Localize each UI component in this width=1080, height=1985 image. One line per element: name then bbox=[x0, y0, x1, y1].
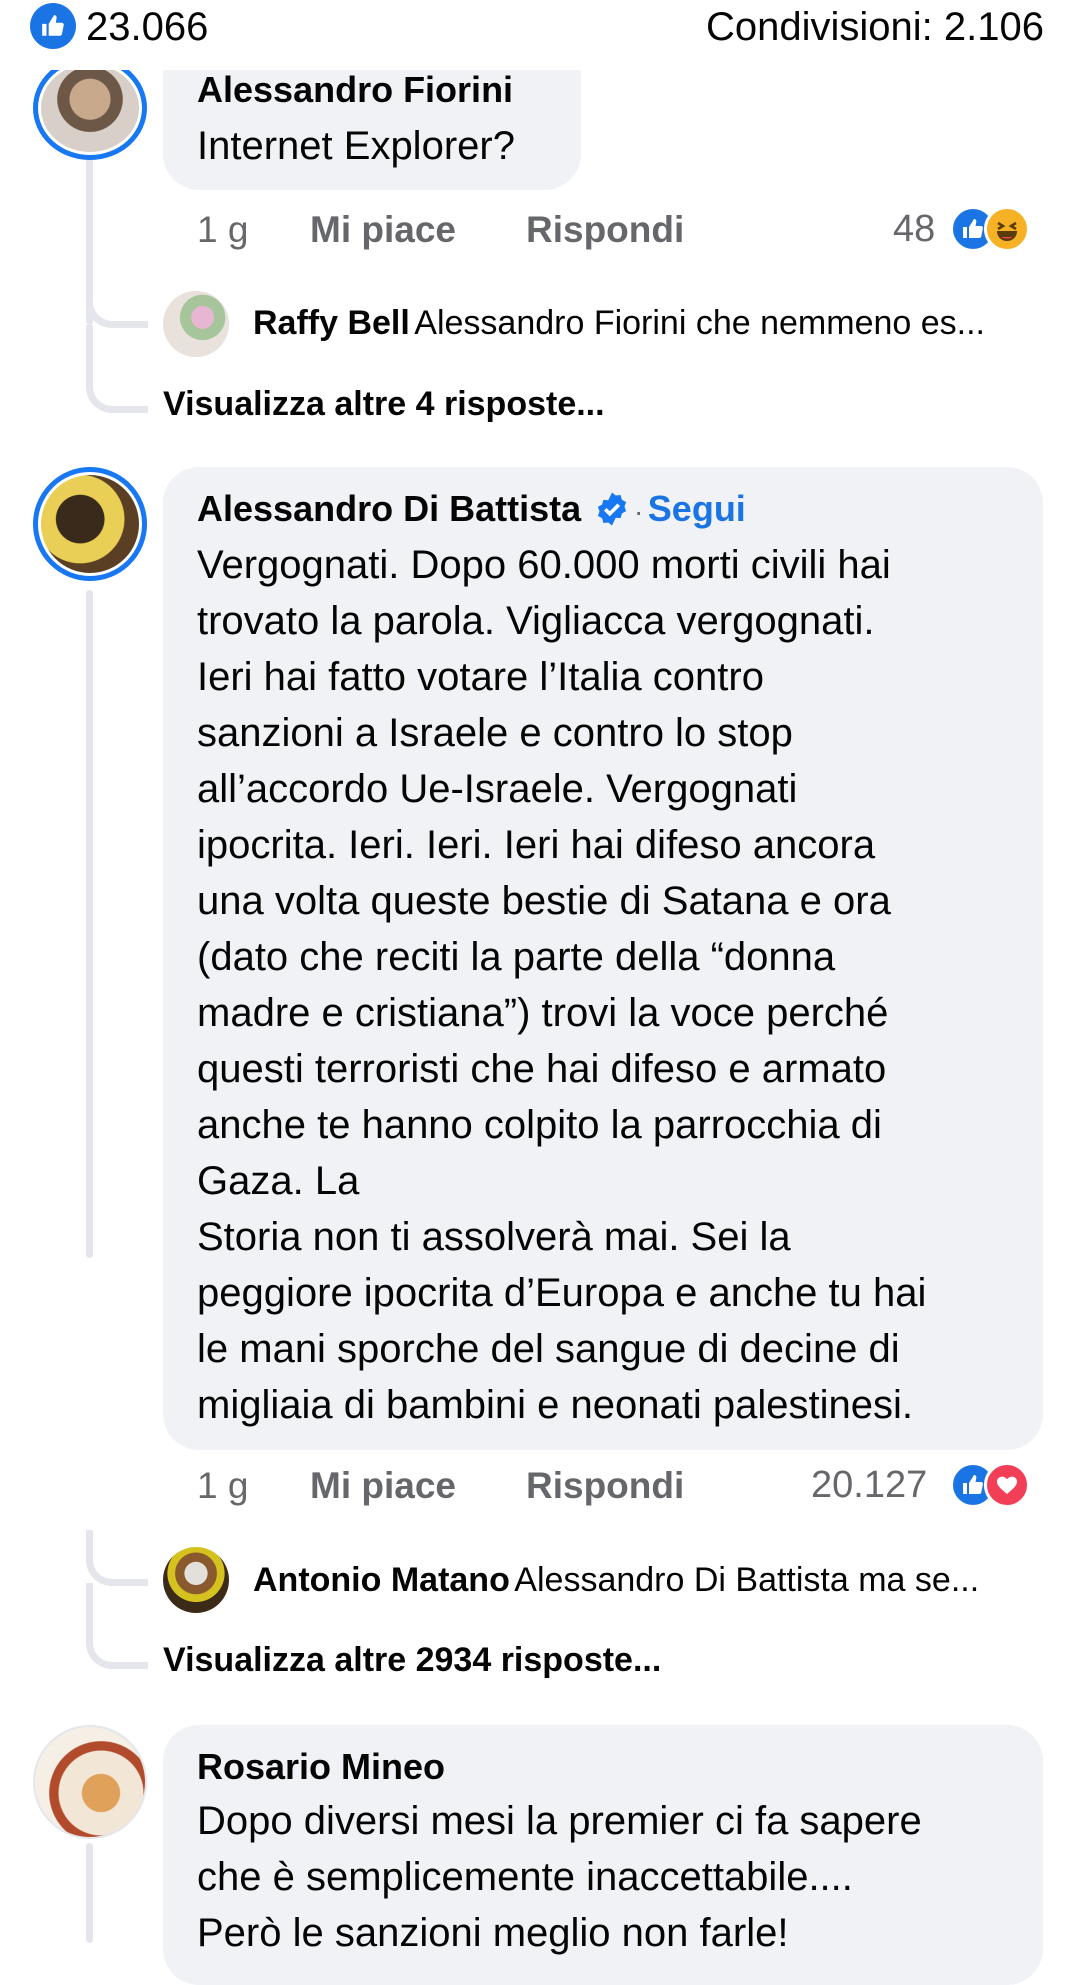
avatar[interactable] bbox=[163, 1547, 229, 1613]
post-stats-bar: 23.066 Condivisioni: 2.106 bbox=[0, 0, 1080, 58]
reactions-summary[interactable] bbox=[950, 1462, 1050, 1510]
reply-connector bbox=[86, 1583, 148, 1669]
reply-connector bbox=[86, 1530, 148, 1586]
comment-bubble: Alessandro Di Battista · Segui Vergognat… bbox=[163, 467, 1043, 1450]
comment-text: Internet Explorer? bbox=[197, 124, 515, 168]
reply-author: Antonio Matano bbox=[253, 1561, 510, 1599]
comment-time[interactable]: 1 g bbox=[197, 1464, 248, 1508]
reply-button[interactable]: Rispondi bbox=[526, 208, 684, 252]
avatar[interactable] bbox=[163, 291, 229, 357]
reactions-count[interactable]: 48 bbox=[893, 206, 935, 252]
comment-text: Dopo diversi mesi la premier ci fa saper… bbox=[197, 1799, 922, 1955]
shares-count[interactable]: Condivisioni: 2.106 bbox=[706, 2, 1044, 52]
haha-icon bbox=[984, 206, 1030, 252]
follow-button[interactable]: Segui bbox=[648, 488, 746, 529]
reactions-summary[interactable] bbox=[950, 206, 1050, 254]
comment-author[interactable]: Rosario Mineo bbox=[197, 1745, 445, 1789]
comment-time[interactable]: 1 g bbox=[197, 208, 248, 252]
top-clip bbox=[0, 58, 1080, 70]
reply-author: Raffy Bell bbox=[253, 304, 410, 342]
avatar[interactable] bbox=[33, 1725, 147, 1839]
comment-header: Alessandro Di Battista · Segui bbox=[197, 487, 746, 532]
love-icon bbox=[984, 1462, 1030, 1508]
like-reaction-icon[interactable] bbox=[30, 3, 76, 49]
separator-dot: · bbox=[634, 496, 644, 527]
reply-text: Alessandro Fiorini che nemmeno es... bbox=[414, 304, 985, 342]
verified-badge-icon bbox=[594, 491, 630, 532]
likes-count[interactable]: 23.066 bbox=[86, 2, 208, 52]
thread-line bbox=[86, 1843, 93, 1943]
comment-text: Vergognati. Dopo 60.000 morti civili hai… bbox=[197, 543, 927, 1427]
thread-line bbox=[86, 590, 93, 1258]
avatar[interactable] bbox=[41, 64, 139, 152]
like-button[interactable]: Mi piace bbox=[310, 208, 456, 252]
comment-author[interactable]: Alessandro Fiorini bbox=[197, 68, 513, 112]
reactions-count[interactable]: 20.127 bbox=[811, 1462, 927, 1508]
reply-connector bbox=[86, 325, 148, 413]
avatar[interactable] bbox=[41, 475, 139, 573]
reply-text: Alessandro Di Battista ma se... bbox=[514, 1561, 980, 1599]
like-button[interactable]: Mi piace bbox=[310, 1464, 456, 1508]
comment-bubble: Rosario Mineo Dopo diversi mesi la premi… bbox=[163, 1725, 1043, 1985]
view-more-replies[interactable]: Visualizza altre 4 risposte... bbox=[163, 382, 605, 426]
reply-preview[interactable]: Antonio Matano Alessandro Di Battista ma… bbox=[253, 1558, 1053, 1602]
reply-button[interactable]: Rispondi bbox=[526, 1464, 684, 1508]
reply-connector bbox=[86, 268, 148, 328]
view-more-replies[interactable]: Visualizza altre 2934 risposte... bbox=[163, 1638, 661, 1682]
reply-preview[interactable]: Raffy Bell Alessandro Fiorini che nemmen… bbox=[253, 301, 1053, 345]
comment-author[interactable]: Alessandro Di Battista bbox=[197, 488, 581, 529]
